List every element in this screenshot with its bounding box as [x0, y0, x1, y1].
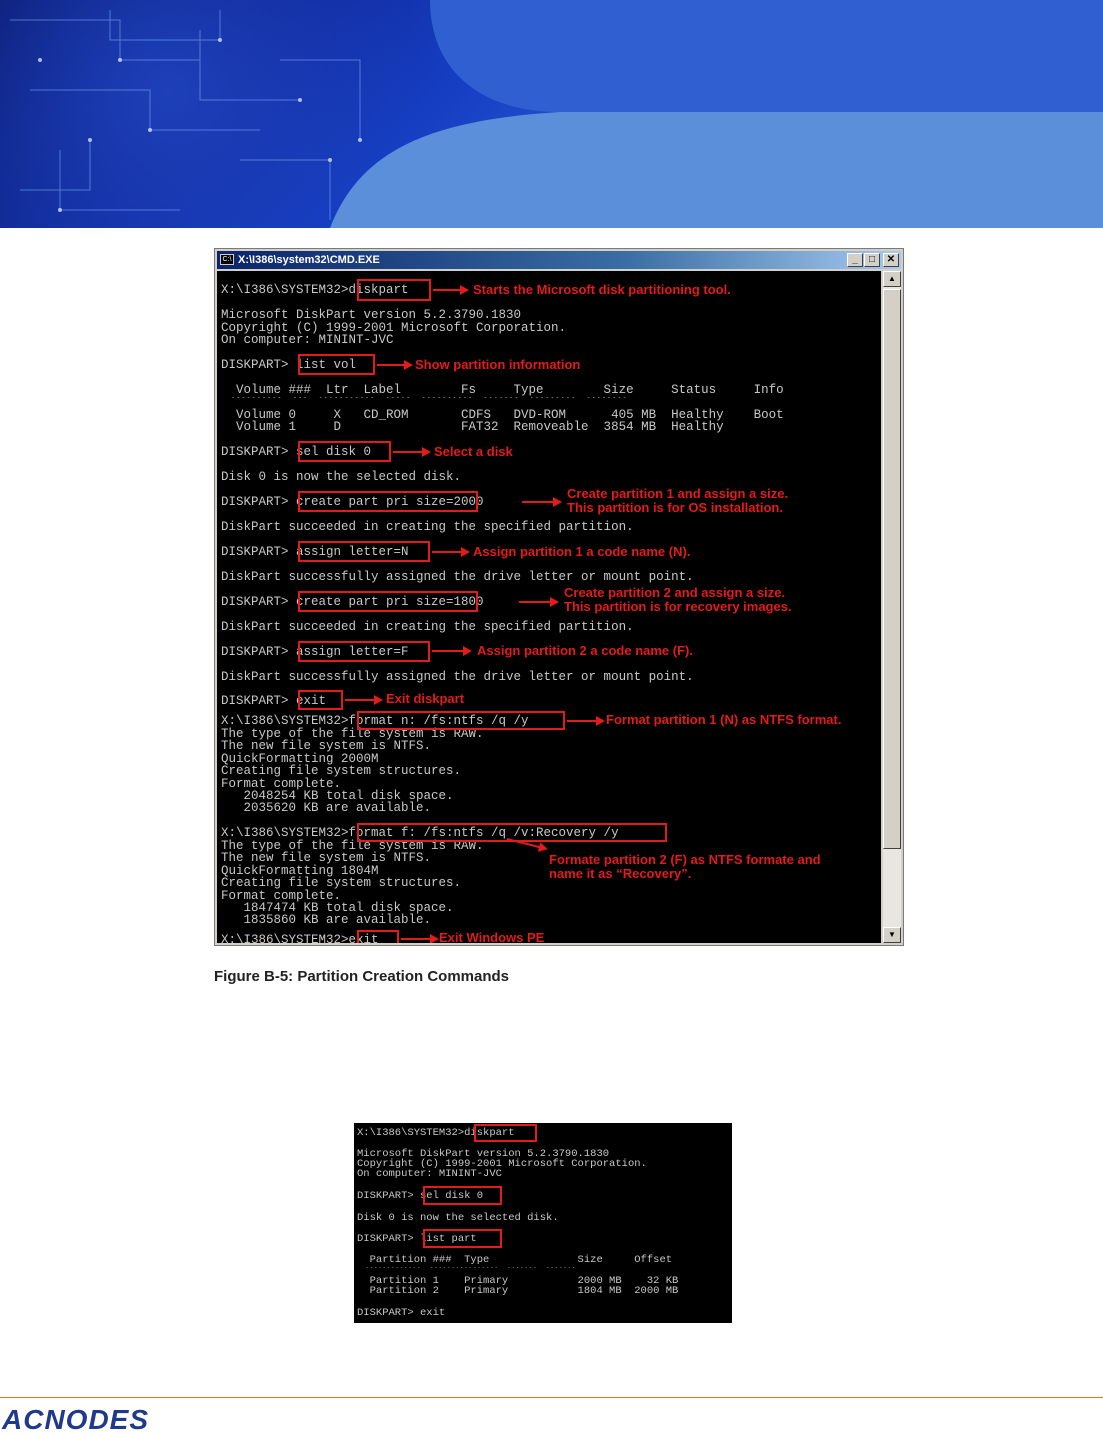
scroll-thumb[interactable]: [883, 289, 901, 849]
annotation-arrow: [522, 497, 562, 507]
console-line: Creating file system structures.: [221, 876, 462, 890]
console-line: The new file system is NTFS.: [221, 851, 432, 865]
figure-caption: Figure B-5: Partition Creation Commands: [214, 968, 510, 985]
annotation-note: Exit Windows PE: [439, 930, 545, 944]
highlight-box: [298, 541, 430, 562]
console-line: Disk 0 is now the selected disk.: [221, 470, 462, 484]
annotation-arrow: [433, 285, 469, 295]
restore-button[interactable]: □: [864, 253, 880, 267]
annotation-arrow: [567, 716, 605, 726]
console-line: The new file system is NTFS.: [221, 739, 432, 753]
acnodes-logo: ACNODES: [2, 1404, 150, 1435]
highlight-box: [298, 441, 391, 462]
console-line: ------------- ---------------- ------- -…: [357, 1265, 577, 1271]
annotation-note: Create partition 1 and assign a size.: [567, 486, 789, 501]
annotation-note: Select a disk: [434, 444, 513, 459]
annotation-note: Exit diskpart: [386, 691, 465, 706]
console-line: 2035620 KB are available.: [221, 801, 432, 815]
highlight-box: [298, 354, 375, 375]
annotation-arrow: [519, 597, 559, 607]
annotation-arrow: [345, 695, 383, 705]
cmd-window: C:\ X:\I386\system32\CMD.EXE _ □ ✕ X:\I3…: [214, 248, 904, 946]
window-titlebar[interactable]: C:\ X:\I386\system32\CMD.EXE _ □ ✕: [217, 251, 901, 269]
console-line: DiskPart succeeded in creating the speci…: [221, 620, 634, 634]
close-button[interactable]: ✕: [883, 253, 899, 267]
annotation-note: name it as “Recovery”.: [549, 866, 692, 881]
annotation-arrow: [393, 447, 431, 457]
highlight-box: [423, 1186, 502, 1205]
console-line: ---------- --- ----------- ----- -------…: [221, 394, 628, 401]
scroll-down-icon[interactable]: ▼: [883, 927, 901, 943]
second-console-screenshot: X:\I386\SYSTEM32>diskpart Microsoft Disk…: [354, 1123, 732, 1323]
highlight-box: [298, 641, 430, 662]
footer-rule: [0, 1397, 1103, 1398]
console-line: On computer: MININT-JVC: [357, 1168, 502, 1180]
console-line: On computer: MININT-JVC: [221, 333, 394, 347]
console-line: Microsoft DiskPart version 5.2.3790.1830: [221, 308, 522, 322]
console-icon: C:\: [220, 254, 234, 265]
annotation-arrow: [401, 934, 439, 943]
console-output: X:\I386\SYSTEM32>diskpart Microsoft Disk…: [217, 271, 881, 943]
highlight-box: [298, 491, 478, 512]
highlight-box: [474, 1124, 537, 1142]
annotation-note: This partition is for recovery images.: [564, 599, 792, 614]
window-title: X:\I386\system32\CMD.EXE: [238, 254, 380, 266]
annotation-note: This partition is for OS installation.: [567, 500, 783, 515]
console-line: Partition 2 Primary 1804 MB 2000 MB: [357, 1285, 679, 1297]
console-line: 1835860 KB are available.: [221, 913, 432, 927]
header-banner: [0, 0, 1103, 228]
annotation-note: Assign partition 1 a code name (N).: [473, 544, 691, 559]
console-line: Disk 0 is now the selected disk.: [357, 1212, 559, 1224]
highlight-box: [357, 279, 431, 301]
highlight-box: [298, 591, 478, 612]
highlight-box: [357, 930, 399, 943]
annotation-note: Show partition information: [415, 357, 581, 372]
annotation-arrow: [377, 360, 413, 370]
console-line: DiskPart successfully assigned the drive…: [221, 570, 694, 584]
highlight-box: [423, 1229, 502, 1248]
console-line: Creating file system structures.: [221, 764, 462, 778]
annotation-note: Starts the Microsoft disk partitioning t…: [473, 282, 731, 297]
console-line: DiskPart succeeded in creating the speci…: [221, 520, 634, 534]
vertical-scrollbar[interactable]: ▲ ▼: [883, 271, 901, 943]
annotation-note: Assign partition 2 a code name (F).: [477, 643, 693, 658]
highlight-box: [298, 690, 343, 710]
blue-wave-band: [330, 0, 1103, 228]
console-line: X:\I386\SYSTEM32>exit: [221, 933, 379, 943]
highlight-box: [357, 711, 565, 730]
annotation-arrow: [432, 646, 472, 656]
console-line: Partition ### Type Size Offset: [357, 1254, 673, 1266]
scroll-up-icon[interactable]: ▲: [883, 271, 901, 287]
console-line: DISKPART> exit: [357, 1307, 446, 1319]
annotation-arrow: [432, 547, 470, 557]
annotation-note: Format partition 1 (N) as NTFS format.: [606, 712, 842, 727]
annotation-note: Formate partition 2 (F) as NTFS formate …: [549, 852, 821, 867]
minimize-button[interactable]: _: [847, 253, 863, 267]
console-line: Volume 1 D FAT32 Removeable 3854 MB Heal…: [221, 420, 724, 434]
console-line: DiskPart successfully assigned the drive…: [221, 670, 694, 684]
annotation-note: Create partition 2 and assign a size.: [564, 585, 786, 600]
